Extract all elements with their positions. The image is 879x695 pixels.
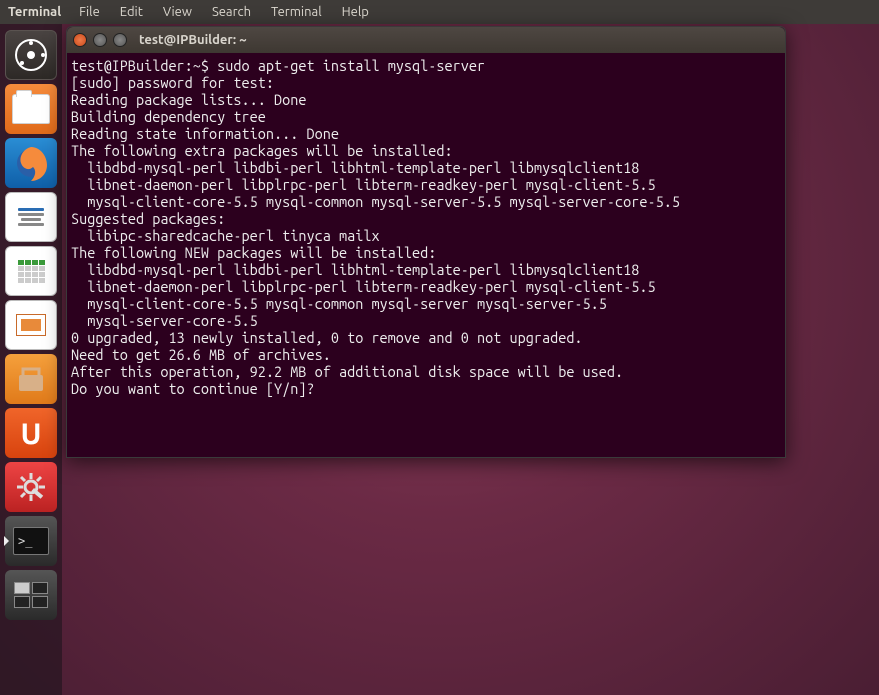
libreoffice-impress-icon[interactable] — [5, 300, 57, 350]
workspace-switcher-icon[interactable] — [5, 570, 57, 620]
menu-help[interactable]: Help — [332, 5, 379, 19]
terminal-window: test@IPBuilder: ~ test@IPBuilder:~$ sudo… — [66, 26, 786, 458]
window-title: test@IPBuilder: ~ — [139, 33, 247, 47]
dash-home-icon[interactable] — [5, 30, 57, 80]
minimize-icon[interactable] — [93, 33, 107, 47]
libreoffice-writer-icon[interactable] — [5, 192, 57, 242]
terminal-line: Do you want to continue [Y/n]? — [71, 380, 315, 397]
terminal-line: After this operation, 92.2 MB of additio… — [71, 363, 623, 380]
terminal-line: libnet-daemon-perl libplrpc-perl libterm… — [71, 176, 656, 193]
terminal-line: Need to get 26.6 MB of archives. — [71, 346, 331, 363]
shell-command: sudo apt-get install mysql-server — [217, 57, 485, 74]
terminal-line: mysql-client-core-5.5 mysql-common mysql… — [71, 295, 607, 312]
libreoffice-calc-icon[interactable] — [5, 246, 57, 296]
terminal-line: mysql-client-core-5.5 mysql-common mysql… — [71, 193, 680, 210]
menu-edit[interactable]: Edit — [110, 5, 153, 19]
terminal-line: The following NEW packages will be insta… — [71, 244, 436, 261]
terminal-line: libipc-sharedcache-perl tinyca mailx — [71, 227, 380, 244]
terminal-line: 0 upgraded, 13 newly installed, 0 to rem… — [71, 329, 583, 346]
terminal-line: Suggested packages: — [71, 210, 225, 227]
menu-view[interactable]: View — [153, 5, 202, 19]
unity-launcher: U >_ — [0, 24, 62, 695]
terminal-icon[interactable]: >_ — [5, 516, 57, 566]
menubar-app-name: Terminal — [0, 5, 69, 19]
terminal-line: mysql-server-core-5.5 — [71, 312, 258, 329]
firefox-icon[interactable] — [5, 138, 57, 188]
files-icon[interactable] — [5, 84, 57, 134]
menu-search[interactable]: Search — [202, 5, 261, 19]
maximize-icon[interactable] — [113, 33, 127, 47]
global-menubar: Terminal File Edit View Search Terminal … — [0, 0, 879, 24]
ubuntu-one-icon[interactable]: U — [5, 408, 57, 458]
menu-terminal[interactable]: Terminal — [261, 5, 332, 19]
terminal-line: libdbd-mysql-perl libdbi-perl libhtml-te… — [71, 159, 639, 176]
system-settings-icon[interactable] — [5, 462, 57, 512]
terminal-line: libnet-daemon-perl libplrpc-perl libterm… — [71, 278, 656, 295]
shell-prompt: test@IPBuilder:~$ — [71, 57, 217, 74]
terminal-line: libdbd-mysql-perl libdbi-perl libhtml-te… — [71, 261, 639, 278]
menu-file[interactable]: File — [69, 5, 110, 19]
terminal-line: The following extra packages will be ins… — [71, 142, 453, 159]
terminal-line: [sudo] password for test: — [71, 74, 274, 91]
ubuntu-software-center-icon[interactable] — [5, 354, 57, 404]
window-titlebar[interactable]: test@IPBuilder: ~ — [67, 27, 785, 53]
terminal-output[interactable]: test@IPBuilder:~$ sudo apt-get install m… — [67, 53, 785, 457]
terminal-line: Reading state information... Done — [71, 125, 339, 142]
terminal-line: Building dependency tree — [71, 108, 266, 125]
terminal-line: Reading package lists... Done — [71, 91, 306, 108]
close-icon[interactable] — [73, 33, 87, 47]
